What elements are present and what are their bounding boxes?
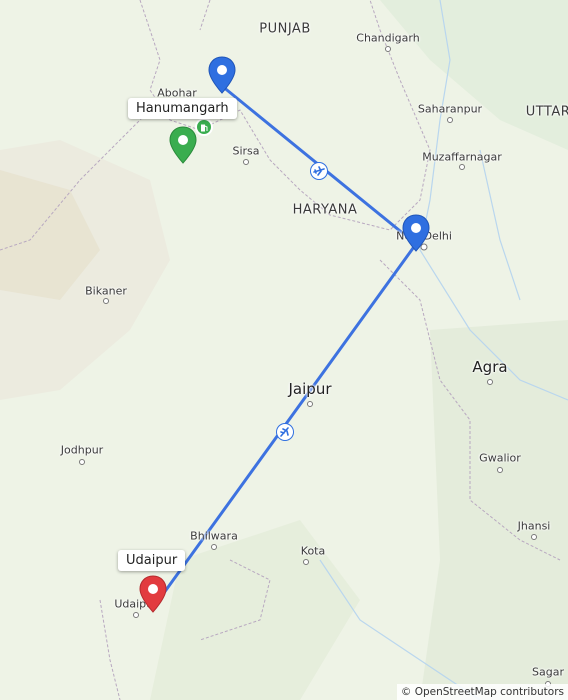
city-label-sirsa: Sirsa <box>232 144 260 158</box>
city-label-jaipur: Jaipur <box>288 380 332 398</box>
state-label-haryana: HARYANA <box>292 202 358 218</box>
map-attribution[interactable]: © OpenStreetMap contributors <box>396 684 568 700</box>
city-label-bikaner: Bikaner <box>85 284 127 298</box>
marker-label-hanumangarh[interactable]: Hanumangarh <box>128 98 237 119</box>
city-label-jodhpur: Jodhpur <box>60 443 104 457</box>
map-base <box>0 0 568 700</box>
start-pin-icon[interactable] <box>169 126 197 164</box>
map-pin-icon[interactable] <box>208 56 236 94</box>
city-label-saharanpur: Saharanpur <box>417 102 483 116</box>
city-label-gwalior: Gwalior <box>479 451 521 465</box>
city-label-jhansi: Jhansi <box>517 519 551 533</box>
fuel-station-icon[interactable] <box>197 120 211 134</box>
city-label-kota: Kota <box>300 544 326 558</box>
city-label-chandigarh: Chandigarh <box>356 31 420 45</box>
city-label-muzaffarnagar: Muzaffarnagar <box>422 150 502 164</box>
city-label-sagar: Sagar <box>532 665 564 679</box>
map-pin-icon[interactable] <box>402 214 430 252</box>
city-label-bhilwara: Bhilwara <box>190 529 238 543</box>
end-pin-icon[interactable] <box>139 575 167 613</box>
state-label-uttar: UTTAR <box>525 104 568 120</box>
marker-label-udaipur[interactable]: Udaipur <box>118 550 186 571</box>
map-view[interactable]: PUNJAB HARYANA UTTAR Chandigarh Abohar S… <box>0 0 568 700</box>
city-label-agra: Agra <box>472 358 508 376</box>
airplane-icon[interactable] <box>277 424 293 440</box>
state-label-punjab: PUNJAB <box>259 21 311 37</box>
airplane-icon[interactable] <box>311 163 327 179</box>
